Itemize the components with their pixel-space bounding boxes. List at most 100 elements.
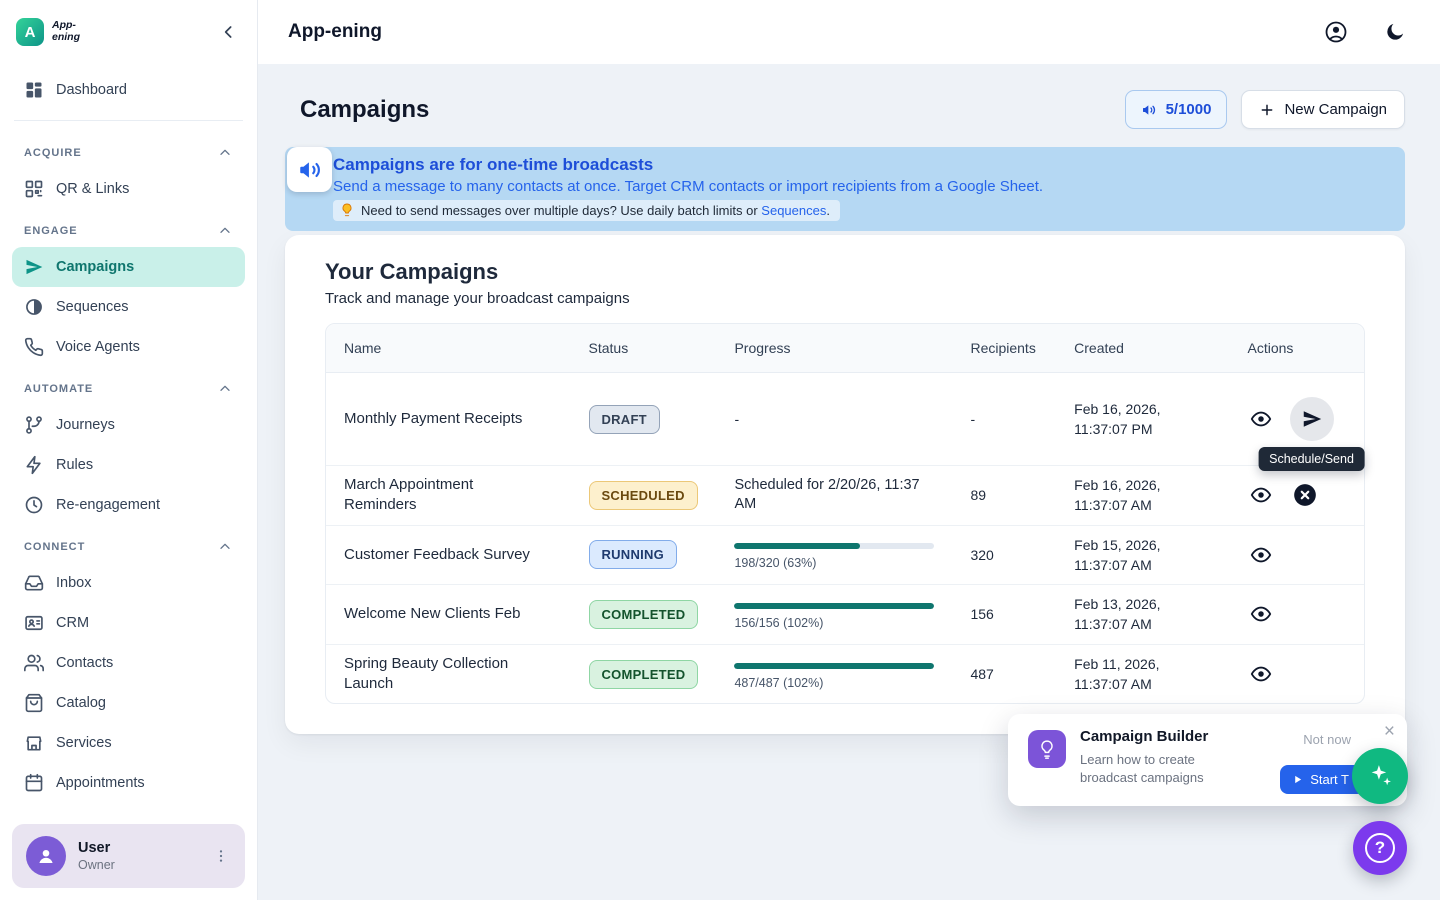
- dark-mode-toggle[interactable]: [1380, 17, 1410, 47]
- schedule-send-button[interactable]: [1290, 397, 1334, 441]
- progress-label: 156/156 (102%): [734, 616, 934, 630]
- close-icon[interactable]: ×: [1384, 722, 1395, 741]
- sidebar-collapse-button[interactable]: [215, 18, 243, 46]
- sidebar-item-label: CRM: [56, 615, 89, 631]
- sidebar-section-acquire[interactable]: ACQUIRE: [12, 131, 245, 169]
- campaign-progress: 198/320 (63%): [716, 526, 952, 586]
- campaign-recipients: 320: [952, 526, 1056, 586]
- sidebar-item-qr-links[interactable]: QR & Links: [12, 169, 245, 209]
- sidebar-item-label: Catalog: [56, 695, 106, 711]
- view-campaign-button[interactable]: [1248, 542, 1274, 568]
- megaphone-icon: [1141, 102, 1157, 118]
- user-menu-button[interactable]: [209, 844, 233, 868]
- sidebar-item-inbox[interactable]: Inbox: [12, 563, 245, 603]
- campaign-created: Feb 13, 2026, 11:37:07 AM: [1056, 585, 1229, 645]
- page-head: Campaigns 5/1000 New Campaign: [285, 90, 1405, 129]
- campaign-name: March Appointment Reminders: [326, 466, 571, 526]
- question-mark-icon: ?: [1365, 833, 1395, 863]
- sidebar-item-rules[interactable]: Rules: [12, 445, 245, 485]
- eye-icon: [1250, 484, 1272, 506]
- sidebar-item-sequences[interactable]: Sequences: [12, 287, 245, 327]
- campaign-recipients: 156: [952, 585, 1056, 645]
- sidebar-item-re-engagement[interactable]: Re-engagement: [12, 485, 245, 525]
- new-campaign-button[interactable]: New Campaign: [1241, 90, 1405, 129]
- sidebar-item-label: Voice Agents: [56, 339, 140, 355]
- sidebar-section-automate[interactable]: AUTOMATE: [12, 367, 245, 405]
- banner-tip-text: Need to send messages over multiple days…: [361, 203, 830, 218]
- header-actions: [1320, 16, 1410, 48]
- status-badge: COMPLETED: [589, 600, 699, 629]
- view-campaign-button[interactable]: [1248, 406, 1274, 432]
- clock-icon: [24, 495, 44, 515]
- sidebar-item-appointments[interactable]: Appointments: [12, 763, 245, 803]
- table-header-row: Name Status Progress Recipients Created …: [326, 324, 1364, 373]
- users-icon: [24, 653, 44, 673]
- campaign-status: SCHEDULED: [571, 466, 717, 526]
- campaign-name: Monthly Payment Receipts: [326, 373, 571, 466]
- chevron-left-icon: [219, 22, 239, 42]
- sidebar-item-campaigns[interactable]: Campaigns: [12, 247, 245, 287]
- status-badge: DRAFT: [589, 405, 660, 434]
- campaign-recipients: 89: [952, 466, 1056, 526]
- ai-assistant-button[interactable]: [1352, 748, 1408, 804]
- sidebar-item-label: Re-engagement: [56, 497, 160, 513]
- x-circle-icon: [1292, 482, 1318, 508]
- send-icon: [1301, 408, 1323, 430]
- sidebar-item-contacts[interactable]: Contacts: [12, 643, 245, 683]
- sidebar-section-engage[interactable]: ENGAGE: [12, 209, 245, 247]
- not-now-button[interactable]: Not now: [1303, 732, 1351, 747]
- sidebar-item-catalog[interactable]: Catalog: [12, 683, 245, 723]
- view-campaign-button[interactable]: [1248, 482, 1274, 508]
- sidebar-item-services[interactable]: Services: [12, 723, 245, 763]
- sidebar-item-dashboard[interactable]: Dashboard: [12, 70, 245, 110]
- account-button[interactable]: [1320, 16, 1352, 48]
- progress-fill: [734, 543, 860, 549]
- sequences-link[interactable]: Sequences: [761, 203, 826, 218]
- campaign-created: Feb 15, 2026, 11:37:07 AM: [1056, 526, 1229, 586]
- campaigns-card: Your Campaigns Track and manage your bro…: [285, 235, 1405, 734]
- top-header: App-ening: [258, 0, 1440, 64]
- campaign-progress: 156/156 (102%): [716, 585, 952, 645]
- play-icon: [1292, 774, 1303, 785]
- lightning-icon: [24, 455, 44, 475]
- sidebar-section-connect[interactable]: CONNECT: [12, 525, 245, 563]
- user-name: User: [78, 840, 115, 856]
- sidebar-item-journeys[interactable]: Journeys: [12, 405, 245, 445]
- sidebar-item-label: Campaigns: [56, 259, 134, 275]
- dots-vertical-icon: [213, 848, 229, 864]
- storefront-icon: [24, 733, 44, 753]
- table-row: Customer Feedback Survey RUNNING 198/320…: [326, 526, 1364, 586]
- user-circle-icon: [1324, 20, 1348, 44]
- branch-icon: [24, 415, 44, 435]
- column-header-name: Name: [326, 324, 571, 373]
- popup-title: Campaign Builder: [1080, 728, 1232, 745]
- sidebar-item-voice-agents[interactable]: Voice Agents: [12, 327, 245, 367]
- view-campaign-button[interactable]: [1248, 661, 1274, 687]
- campaign-status: COMPLETED: [571, 585, 717, 645]
- campaign-name: Spring Beauty Collection Launch: [326, 645, 571, 704]
- page-head-actions: 5/1000 New Campaign: [1125, 90, 1405, 129]
- column-header-status: Status: [571, 324, 717, 373]
- dashboard-icon: [24, 80, 44, 100]
- help-button[interactable]: ?: [1353, 821, 1407, 875]
- cancel-campaign-button[interactable]: [1290, 480, 1320, 510]
- campaign-created: Feb 11, 2026, 11:37:07 AM: [1056, 645, 1229, 704]
- user-card[interactable]: User Owner: [12, 824, 245, 888]
- schedule-send-tooltip: Schedule/Send: [1258, 447, 1365, 471]
- campaign-name: Customer Feedback Survey: [326, 526, 571, 586]
- campaign-actions: [1230, 645, 1365, 704]
- eye-icon: [1250, 544, 1272, 566]
- campaign-actions: [1230, 585, 1365, 645]
- campaign-usage-badge[interactable]: 5/1000: [1125, 90, 1228, 129]
- sidebar-item-crm[interactable]: CRM: [12, 603, 245, 643]
- campaign-recipients: 487: [952, 645, 1056, 704]
- user-info: User Owner: [78, 840, 115, 872]
- popup-body: Learn how to create broadcast campaigns: [1080, 751, 1232, 787]
- campaign-progress: -: [716, 373, 952, 466]
- campaign-created: Feb 16, 2026, 11:37:07 AM: [1056, 466, 1229, 526]
- lightbulb-icon: [1037, 739, 1057, 759]
- chevron-up-icon: [217, 145, 233, 161]
- campaign-created: Feb 16, 2026, 11:37:07 PM: [1056, 373, 1229, 466]
- view-campaign-button[interactable]: [1248, 601, 1274, 627]
- sidebar-item-label: Journeys: [56, 417, 115, 433]
